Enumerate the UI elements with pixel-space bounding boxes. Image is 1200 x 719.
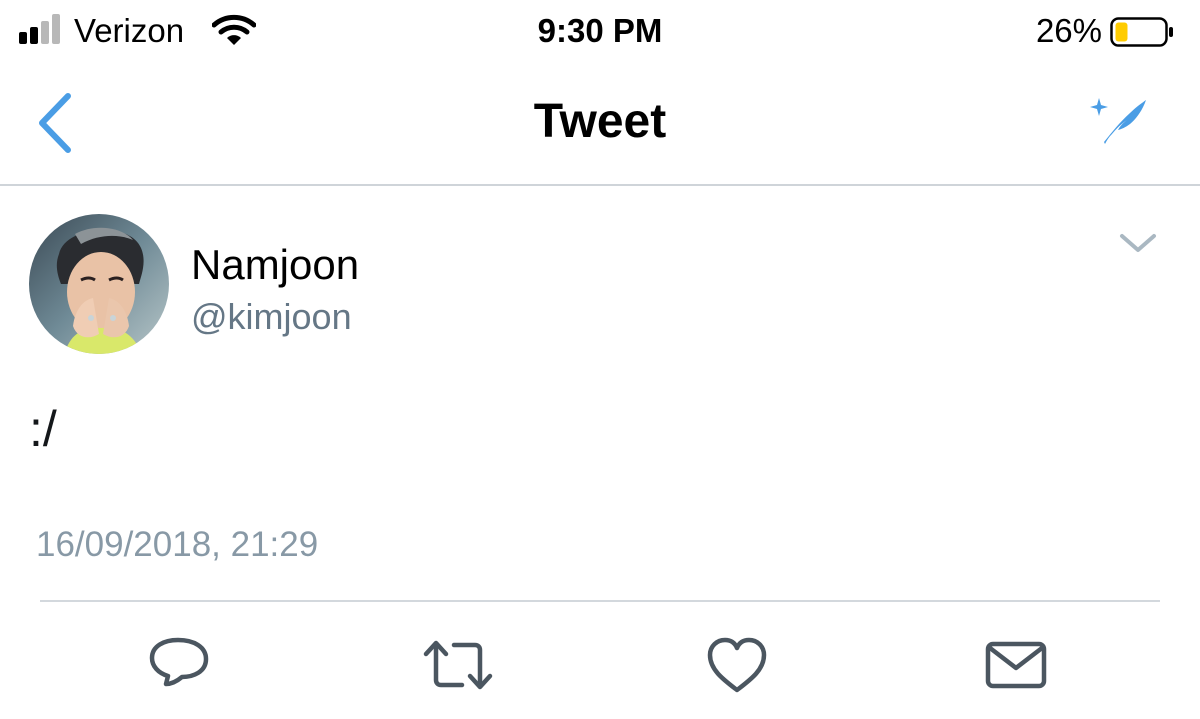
author-handle[interactable]: @kimjoon <box>191 296 352 338</box>
avatar[interactable] <box>29 214 169 354</box>
tweet-text: :/ <box>29 401 57 457</box>
like-icon <box>707 637 767 693</box>
status-bar: Verizon 9:30 PM 26% <box>0 0 1200 64</box>
navigation-bar: Tweet <box>0 64 1200 186</box>
reply-button[interactable] <box>146 634 212 696</box>
share-via-message-button[interactable] <box>983 634 1049 696</box>
retweet-button[interactable] <box>422 634 493 696</box>
sparkle-feather-icon <box>1090 98 1146 144</box>
like-button[interactable] <box>704 634 770 696</box>
share-icon <box>985 641 1047 689</box>
battery-level-fill <box>1115 22 1128 42</box>
reply-icon <box>149 637 209 687</box>
page-title: Tweet <box>533 95 667 148</box>
battery-percentage: 26% <box>1035 12 1102 49</box>
retweet-icon <box>423 640 493 690</box>
compose-tweet-button[interactable] <box>1090 94 1150 148</box>
chevron-down-icon <box>1120 234 1156 252</box>
status-time: 9:30 PM <box>537 12 663 49</box>
divider <box>40 600 1160 602</box>
battery-icon <box>1110 17 1174 47</box>
tweet-timestamp: 16/09/2018, 21:29 <box>36 525 319 564</box>
author-display-name[interactable]: Namjoon <box>191 241 359 289</box>
tweet-options-button[interactable] <box>1118 228 1158 258</box>
